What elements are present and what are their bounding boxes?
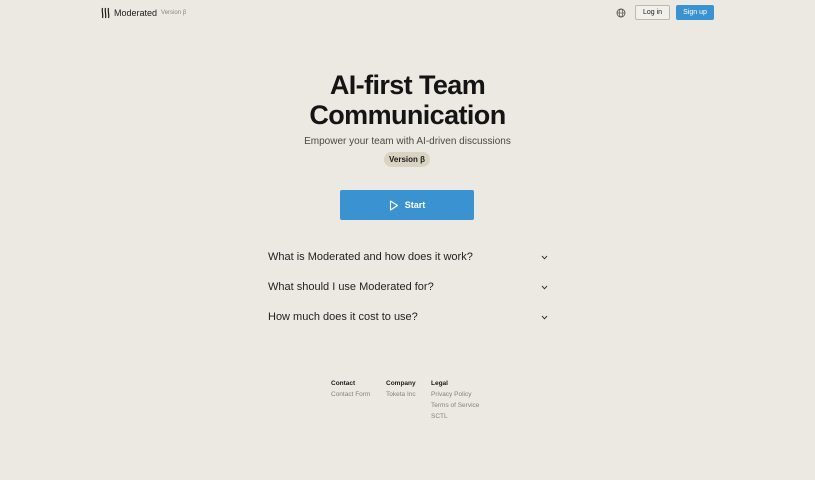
footer-legal-heading: Legal <box>431 380 448 387</box>
top-header: Moderated Version β Log in Sign up <box>0 0 815 26</box>
chevron-down-icon <box>541 315 548 320</box>
hero-title: AI-first Team Communication <box>0 70 815 130</box>
faq-question: What should I use Moderated for? <box>268 281 434 293</box>
faq-item[interactable]: How much does it cost to use? <box>268 308 548 326</box>
footer-contact-column: Contact Contact Form <box>331 378 370 400</box>
hero-subtitle: Empower your team with AI-driven discuss… <box>304 136 511 147</box>
hero-title-line2: Communication <box>309 100 506 130</box>
footer-link-contact-form[interactable]: Contact Form <box>331 389 370 400</box>
footer-link-sctl[interactable]: SCTL <box>431 411 479 422</box>
play-icon <box>389 199 398 211</box>
faq-item[interactable]: What should I use Moderated for? <box>268 278 548 296</box>
globe-icon[interactable] <box>616 8 626 18</box>
footer-company-heading: Company <box>386 380 416 387</box>
footer-contact-heading: Contact <box>331 380 356 387</box>
footer-link-company[interactable]: Toketa Inc <box>386 389 416 400</box>
hero-title-line1: AI-first Team <box>329 70 486 100</box>
brand-link[interactable]: Moderated Version β <box>101 7 186 19</box>
footer-link-terms-of-service[interactable]: Terms of Service <box>431 400 479 411</box>
faq-item[interactable]: What is Moderated and how does it work? <box>268 248 548 266</box>
chevron-down-icon <box>541 255 548 260</box>
footer-legal-column: Legal Privacy Policy Terms of Service SC… <box>431 378 479 422</box>
start-button-label: Start <box>404 200 426 210</box>
login-button[interactable]: Log in <box>635 5 670 20</box>
faq-question: What is Moderated and how does it work? <box>268 251 473 263</box>
footer-link-privacy-policy[interactable]: Privacy Policy <box>431 389 479 400</box>
wave-lines-logo <box>101 7 110 19</box>
start-button[interactable]: Start <box>340 190 474 220</box>
brand-name: Moderated <box>114 8 158 18</box>
chevron-down-icon <box>541 285 548 290</box>
version-badge: Version β <box>384 152 430 167</box>
brand-version-label: Version β <box>161 10 187 16</box>
signup-button[interactable]: Sign up <box>676 5 714 20</box>
faq-question: How much does it cost to use? <box>268 311 418 323</box>
footer-company-column: Company Toketa Inc <box>386 378 416 400</box>
